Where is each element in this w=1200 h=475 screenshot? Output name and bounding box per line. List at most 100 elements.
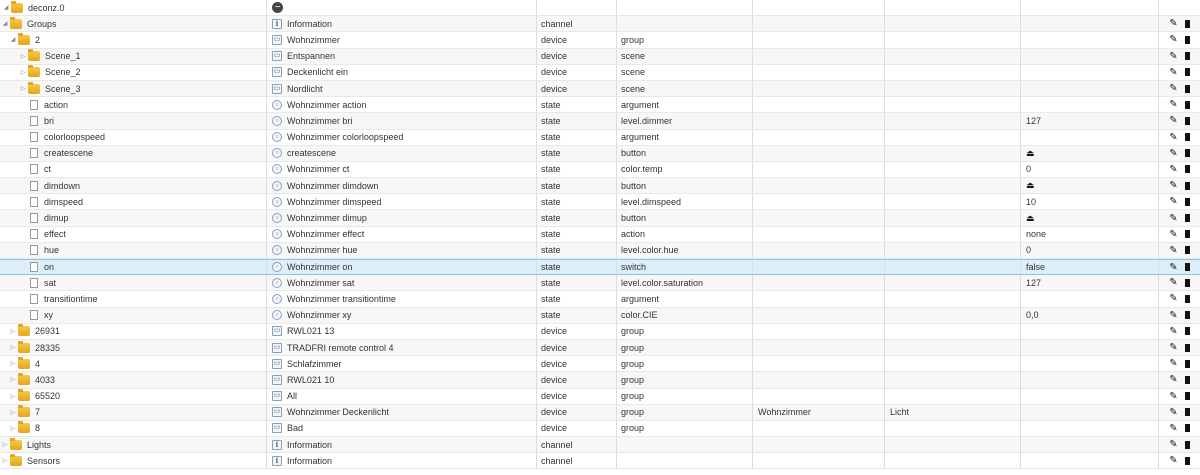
pencil-icon[interactable]: ✎ — [1169, 132, 1177, 143]
value-cell[interactable] — [1020, 80, 1158, 97]
trash-icon[interactable] — [1184, 456, 1190, 465]
value-cell[interactable] — [1020, 32, 1158, 48]
table-row[interactable]: ▷ 4033 ▭ RWL021 10 device group ✎ — [0, 372, 1200, 389]
pencil-icon[interactable]: ✎ — [1169, 213, 1177, 224]
expand-toggle-icon[interactable]: ▷ — [8, 425, 18, 432]
pencil-icon[interactable]: ✎ — [1169, 115, 1177, 126]
trash-icon[interactable] — [1184, 424, 1190, 433]
pencil-icon[interactable]: ✎ — [1169, 407, 1177, 418]
expand-toggle-icon[interactable]: ▷ — [8, 360, 18, 367]
trash-icon[interactable] — [1184, 440, 1190, 449]
table-row[interactable]: dimspeed ○ Wohnzimmer dimspeed state lev… — [0, 194, 1200, 211]
expand-toggle-icon[interactable]: ▷ — [18, 69, 28, 76]
trash-icon[interactable] — [1184, 214, 1190, 223]
trash-icon[interactable] — [1184, 278, 1190, 287]
table-row[interactable]: action ○ Wohnzimmer action state argumen… — [0, 97, 1200, 114]
table-row[interactable]: transitiontime ○ Wohnzimmer transitionti… — [0, 291, 1200, 308]
expand-toggle-icon[interactable]: ◢ — [8, 36, 18, 43]
expand-toggle-icon[interactable]: ▷ — [8, 376, 18, 383]
trash-icon[interactable] — [1184, 68, 1190, 77]
pencil-icon[interactable]: ✎ — [1169, 439, 1177, 450]
eject-icon[interactable]: ⏏ — [1026, 213, 1035, 224]
trash-icon[interactable] — [1184, 408, 1190, 417]
pencil-icon[interactable]: ✎ — [1169, 358, 1177, 369]
value-cell[interactable] — [1020, 16, 1158, 32]
trash-icon[interactable] — [1184, 246, 1190, 255]
pencil-icon[interactable]: ✎ — [1169, 180, 1177, 191]
pencil-icon[interactable]: ✎ — [1169, 262, 1177, 273]
trash-icon[interactable] — [1184, 294, 1190, 303]
pencil-icon[interactable]: ✎ — [1169, 148, 1177, 159]
pencil-icon[interactable]: ✎ — [1169, 293, 1177, 304]
trash-icon[interactable] — [1184, 35, 1190, 44]
trash-icon[interactable] — [1184, 392, 1190, 401]
expand-toggle-icon[interactable]: ▷ — [0, 457, 10, 464]
table-row[interactable]: ◢ 2 ▭ Wohnzimmer device group ✎ — [0, 32, 1200, 49]
trash-icon[interactable] — [1184, 343, 1190, 352]
table-row[interactable]: bri ○ Wohnzimmer bri state level.dimmer … — [0, 113, 1200, 130]
table-row[interactable]: ▷ 26931 ▭ RWL021 13 device group ✎ — [0, 323, 1200, 340]
value-cell[interactable]: ⏏ — [1020, 178, 1158, 194]
table-row[interactable]: on ○ Wohnzimmer on state switch false ✎ — [0, 259, 1200, 276]
trash-icon[interactable] — [1184, 230, 1190, 239]
trash-icon[interactable] — [1184, 375, 1190, 384]
table-row[interactable]: ▷ Scene_1 ▭ Entspannen device scene ✎ — [0, 48, 1200, 65]
minus-circle-icon[interactable]: − — [272, 2, 283, 14]
table-row[interactable]: ▷ 7 ▭ Wohnzimmer Deckenlicht device grou… — [0, 404, 1200, 421]
pencil-icon[interactable]: ✎ — [1169, 374, 1177, 385]
table-row[interactable]: dimup ○ Wohnzimmer dimup state button ⏏ … — [0, 210, 1200, 227]
value-cell[interactable] — [1020, 323, 1158, 339]
pencil-icon[interactable]: ✎ — [1169, 229, 1177, 240]
pencil-icon[interactable]: ✎ — [1169, 342, 1177, 353]
value-cell[interactable]: false — [1020, 260, 1158, 275]
value-cell[interactable]: 0 — [1020, 161, 1158, 178]
pencil-icon[interactable]: ✎ — [1169, 67, 1177, 78]
table-row[interactable]: colorloopspeed ○ Wohnzimmer colorloopspe… — [0, 129, 1200, 146]
value-cell[interactable] — [1020, 404, 1158, 420]
value-cell[interactable]: ⏏ — [1020, 210, 1158, 226]
table-row[interactable]: ▷ 65520 ▭ All device group ✎ — [0, 388, 1200, 405]
table-row[interactable]: dimdown ○ Wohnzimmer dimdown state butto… — [0, 178, 1200, 195]
pencil-icon[interactable]: ✎ — [1169, 164, 1177, 175]
value-cell[interactable]: 127 — [1020, 113, 1158, 129]
expand-toggle-icon[interactable]: ▷ — [8, 344, 18, 351]
value-cell[interactable] — [1020, 64, 1158, 80]
table-row[interactable]: sat ○ Wohnzimmer sat state level.color.s… — [0, 275, 1200, 292]
expand-toggle-icon[interactable]: ▷ — [8, 393, 18, 400]
value-cell[interactable]: ⏏ — [1020, 145, 1158, 161]
trash-icon[interactable] — [1184, 133, 1190, 142]
value-cell[interactable]: none — [1020, 226, 1158, 242]
table-row[interactable]: ▷ 4 ▭ Schlafzimmer device group ✎ — [0, 356, 1200, 373]
table-row[interactable]: xy ○ Wohnzimmer xy state color.CIE 0,0 ✎ — [0, 307, 1200, 324]
table-row[interactable]: ▷ Scene_3 ▭ Nordlicht device scene ✎ — [0, 80, 1200, 98]
value-cell[interactable] — [1020, 48, 1158, 64]
value-cell[interactable] — [1020, 356, 1158, 372]
value-cell[interactable] — [1020, 291, 1158, 307]
pencil-icon[interactable]: ✎ — [1169, 423, 1177, 434]
table-row[interactable]: ▷ Lights i Information channel ✎ — [0, 437, 1200, 454]
trash-icon[interactable] — [1184, 327, 1190, 336]
value-cell[interactable] — [1020, 372, 1158, 388]
value-cell[interactable] — [1020, 339, 1158, 356]
value-cell[interactable] — [1020, 129, 1158, 145]
value-cell[interactable] — [1020, 420, 1158, 437]
value-cell[interactable]: 127 — [1020, 275, 1158, 291]
expand-toggle-icon[interactable]: ▷ — [8, 328, 18, 335]
trash-icon[interactable] — [1184, 100, 1190, 109]
value-cell[interactable] — [1020, 388, 1158, 404]
pencil-icon[interactable]: ✎ — [1169, 326, 1177, 337]
trash-icon[interactable] — [1184, 165, 1190, 174]
value-cell[interactable]: 10 — [1020, 194, 1158, 210]
trash-icon[interactable] — [1184, 181, 1190, 190]
trash-icon[interactable] — [1184, 116, 1190, 125]
pencil-icon[interactable]: ✎ — [1169, 99, 1177, 110]
value-cell[interactable] — [1020, 453, 1158, 469]
table-row[interactable]: createscene ○ createscene state button ⏏… — [0, 145, 1200, 162]
table-row[interactable]: hue ○ Wohnzimmer hue state level.color.h… — [0, 242, 1200, 259]
collapse-toggle-icon[interactable]: ◢ — [1, 4, 11, 11]
table-row[interactable]: effect ○ Wohnzimmer effect state action … — [0, 226, 1200, 243]
expand-toggle-icon[interactable]: ▷ — [8, 409, 18, 416]
eject-icon[interactable]: ⏏ — [1026, 148, 1035, 159]
table-row[interactable]: ▷ 28335 ▭ TRADFRI remote control 4 devic… — [0, 339, 1200, 357]
table-row[interactable]: ▷ Sensors i Information channel ✎ — [0, 453, 1200, 470]
